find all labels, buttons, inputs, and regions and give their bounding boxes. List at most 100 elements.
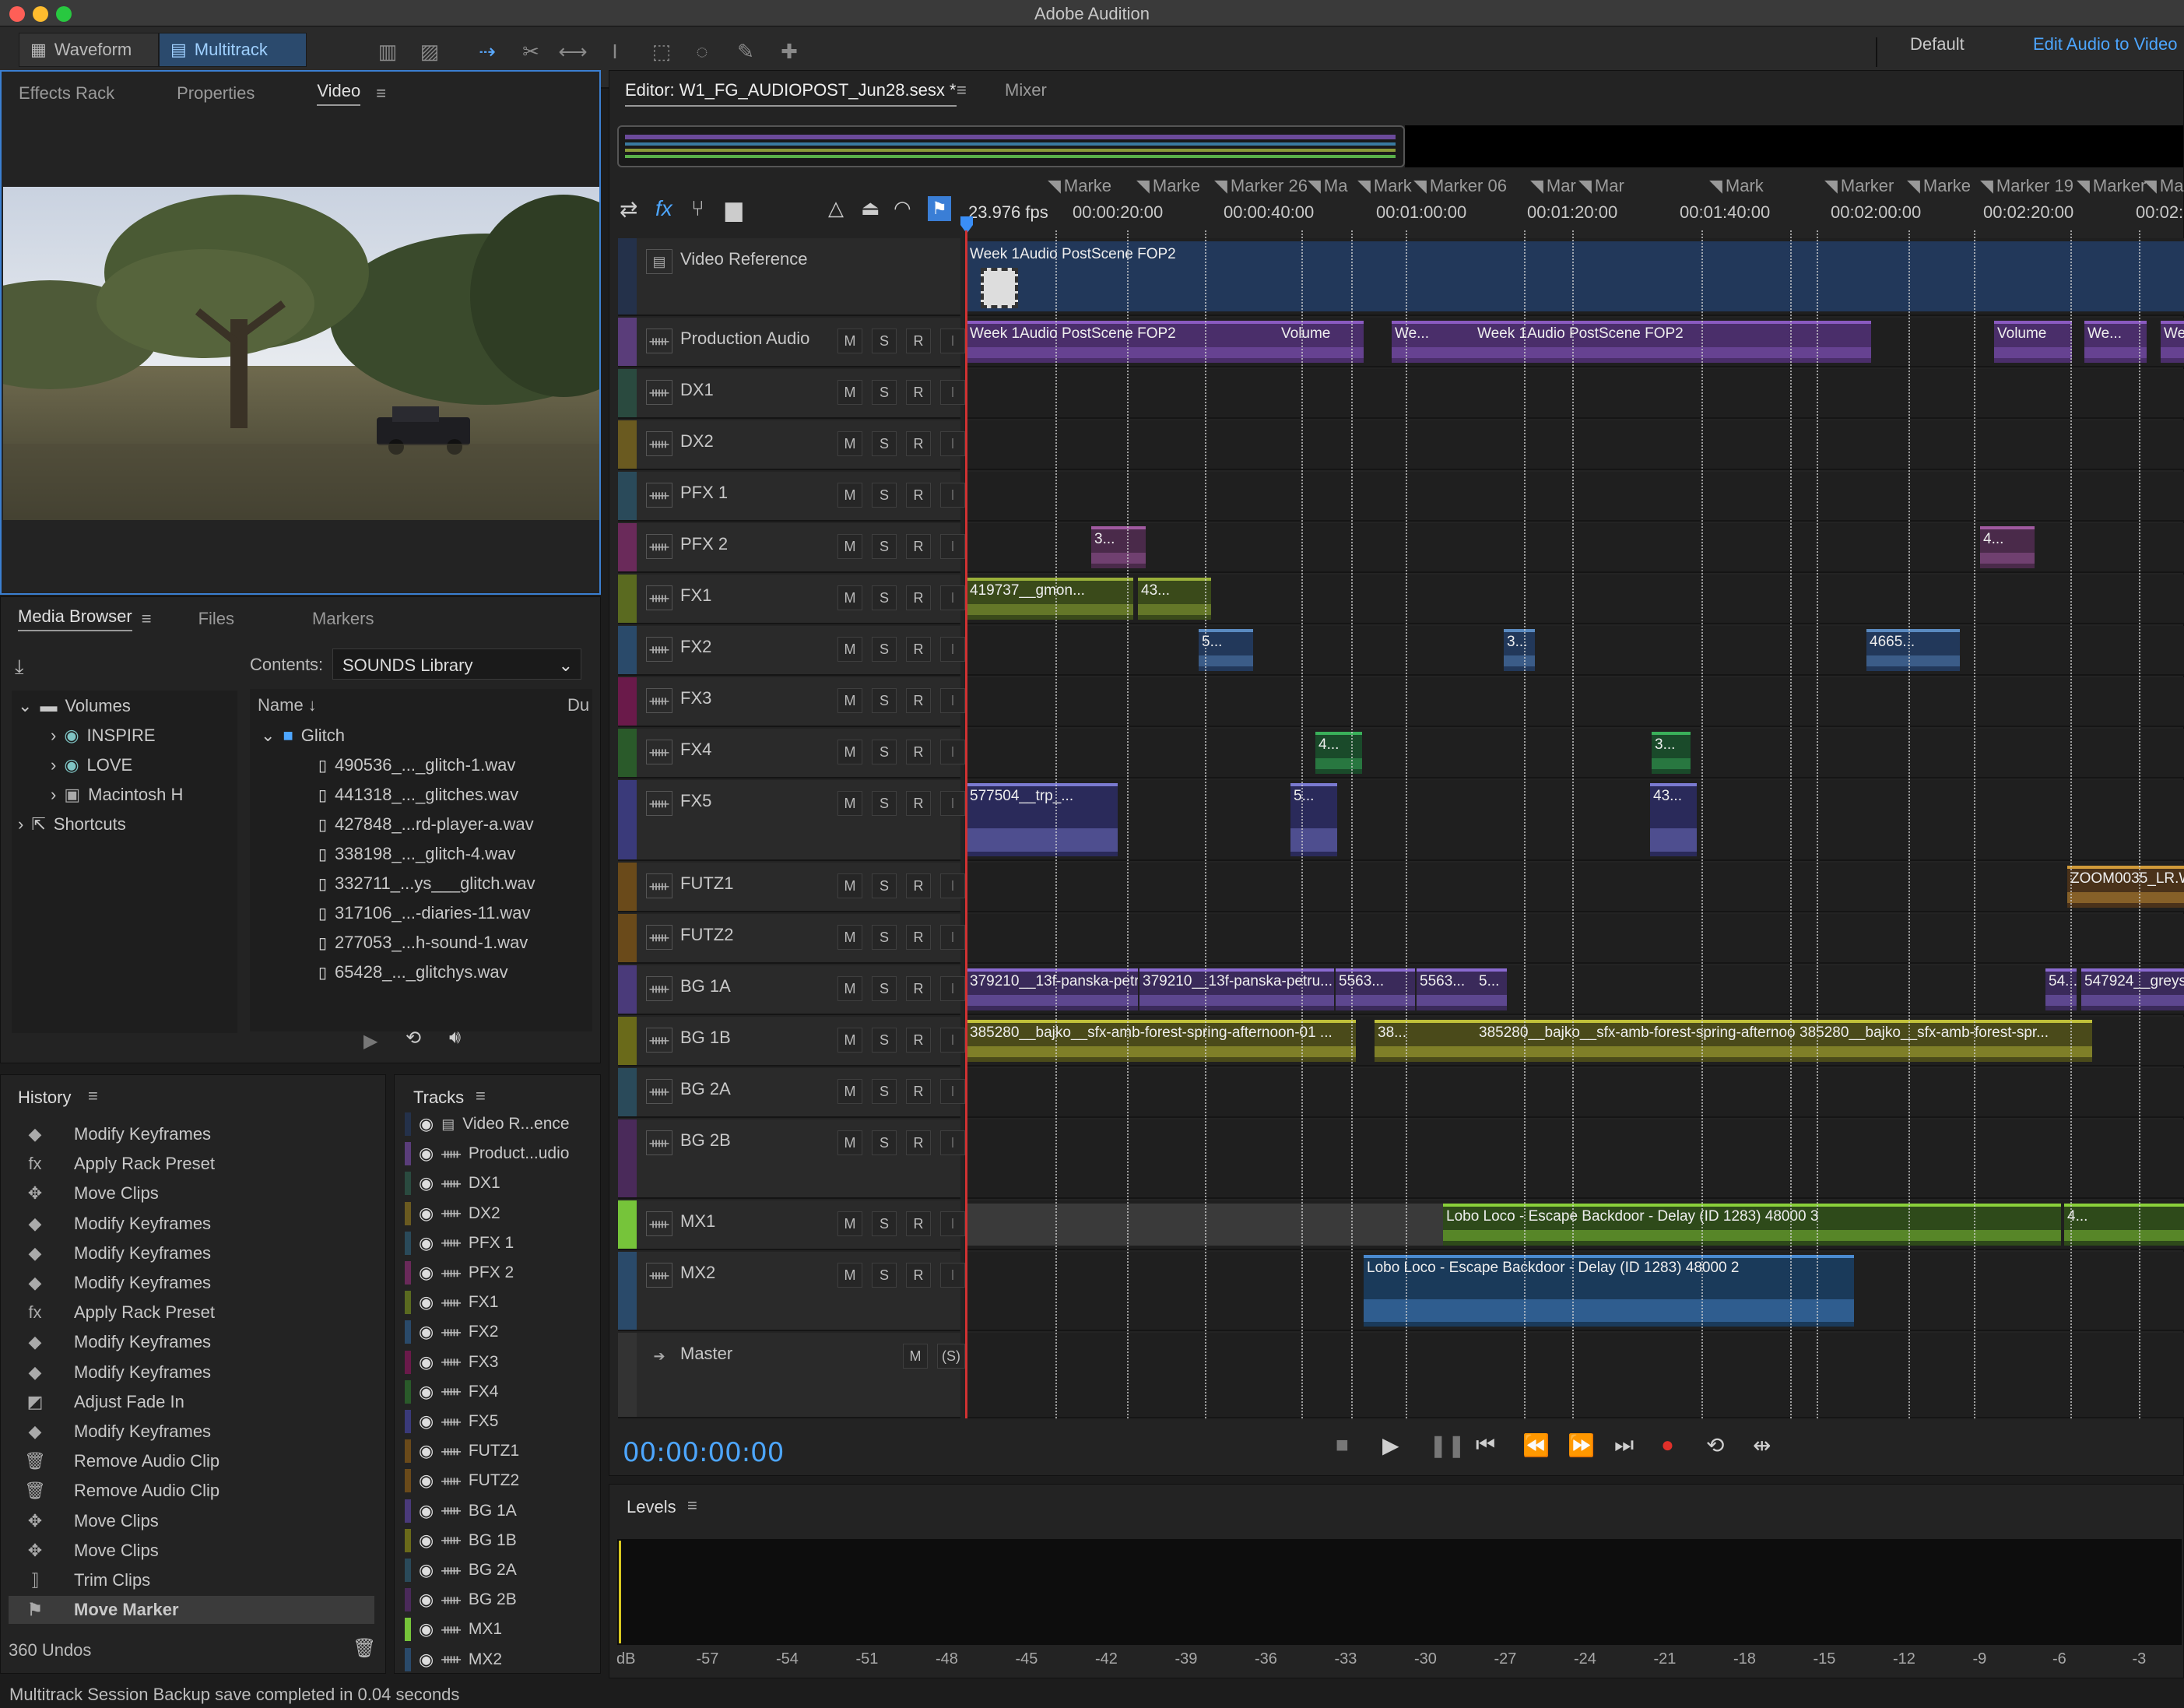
- zoom-navigator[interactable]: [617, 125, 1405, 167]
- sends-icon[interactable]: ⑂: [691, 196, 704, 221]
- track-record-arm-button[interactable]: R: [906, 329, 931, 353]
- history-item[interactable]: 🗑︎ Remove Audio Clip: [9, 1447, 374, 1475]
- eye-icon[interactable]: ◉: [419, 1471, 434, 1491]
- history-item[interactable]: ✥ Move Clips: [9, 1179, 374, 1207]
- audio-clip[interactable]: Volume: [1994, 321, 2072, 363]
- track-solo-button[interactable]: S: [872, 329, 897, 353]
- track-header[interactable]: ᚔ DX2 M S R I: [618, 420, 965, 470]
- track-header[interactable]: ᚔ MX1 M S R I: [618, 1200, 965, 1250]
- file-row[interactable]: ▯ 490536_..._glitch-1.wav: [318, 751, 515, 779]
- spot-healing-tool-icon[interactable]: ✚: [775, 37, 803, 65]
- track-header[interactable]: ▤ Video Reference: [618, 238, 960, 316]
- import-icon[interactable]: ⤓: [15, 655, 24, 680]
- audio-clip[interactable]: 379210__13f-panska-petru...: [1139, 968, 1334, 1010]
- track-input-monitor-button[interactable]: I: [940, 740, 965, 764]
- history-item[interactable]: ⚑ Move Marker: [9, 1596, 374, 1625]
- track-input-monitor-button[interactable]: I: [940, 1079, 965, 1104]
- workspace-edit-audio-to-video[interactable]: Edit Audio to Video: [2033, 34, 2178, 54]
- eye-icon[interactable]: ◉: [419, 1173, 434, 1193]
- track-solo-button[interactable]: S: [872, 1130, 897, 1155]
- track-mute-button[interactable]: M: [837, 976, 862, 1001]
- track-mute-button[interactable]: M: [837, 1079, 862, 1104]
- audio-clip[interactable]: 5...: [1199, 629, 1253, 671]
- track-mute-button[interactable]: M: [837, 329, 862, 353]
- track-mute-button[interactable]: M: [837, 380, 862, 405]
- chevron-right-icon[interactable]: ›: [18, 814, 23, 835]
- eye-icon[interactable]: ◉: [419, 1233, 434, 1253]
- column-duration[interactable]: Du: [567, 695, 589, 715]
- audio-clip[interactable]: 547924__greys: [2081, 968, 2184, 1010]
- file-row[interactable]: ▯ 317106_...-diaries-11.wav: [318, 899, 531, 927]
- track-name[interactable]: Production Audio: [680, 329, 809, 349]
- play-preview-icon[interactable]: ▶: [363, 1030, 377, 1053]
- metronome-icon[interactable]: △: [828, 196, 844, 220]
- tracks-panel-item[interactable]: ◉ ᚔ MX2: [405, 1646, 584, 1674]
- audio-clip[interactable]: ZOOM0035_LR.W: [2067, 866, 2184, 908]
- move-tool-icon[interactable]: ⇢: [473, 37, 501, 65]
- tracks-panel-item[interactable]: ◉ ᚔ FUTZ1: [405, 1437, 584, 1465]
- workspace-default[interactable]: Default: [1910, 34, 1965, 54]
- loop-preview-icon[interactable]: ⟲: [406, 1027, 421, 1049]
- track-solo-button[interactable]: S: [872, 380, 897, 405]
- eye-icon[interactable]: ◉: [419, 1560, 434, 1580]
- track-record-arm-button[interactable]: R: [906, 1028, 931, 1053]
- panel-menu-icon[interactable]: ≡: [687, 1495, 697, 1516]
- audio-clip[interactable]: Week 1Audio PostScene FOP2: [967, 241, 2184, 311]
- spectral-frequency-icon[interactable]: ▥: [374, 37, 402, 65]
- track-name[interactable]: DX1: [680, 380, 714, 400]
- track-name[interactable]: PFX 1: [680, 483, 728, 503]
- history-item[interactable]: ⟧ Trim Clips: [9, 1566, 374, 1594]
- chevron-down-icon[interactable]: ⌄: [261, 726, 275, 746]
- track-solo-button[interactable]: S: [872, 1028, 897, 1053]
- chevron-right-icon[interactable]: ›: [51, 755, 56, 775]
- audio-clip[interactable]: Lobo Loco - Escape Backdoor - Delay (ID …: [1443, 1204, 2061, 1246]
- track-solo-button[interactable]: S: [872, 1263, 897, 1288]
- track-solo-button[interactable]: S: [872, 740, 897, 764]
- track-header[interactable]: ᚔ FX1 M S R I: [618, 575, 965, 624]
- chevron-right-icon[interactable]: ›: [51, 785, 56, 805]
- track-header[interactable]: ᚔ PFX 1 MSRI: [618, 472, 965, 522]
- audio-clip[interactable]: 43...: [1138, 578, 1211, 620]
- track-mute-button[interactable]: M: [837, 791, 862, 816]
- track-input-monitor-button[interactable]: I: [940, 688, 965, 713]
- track-solo-button[interactable]: S: [872, 534, 897, 559]
- tracks-panel-item[interactable]: ◉ ᚔ DX2: [405, 1200, 584, 1228]
- track-input-monitor-button[interactable]: I: [940, 637, 965, 662]
- track-mute-button[interactable]: M: [837, 585, 862, 610]
- audio-clip[interactable]: 5...: [1290, 783, 1337, 856]
- time-display[interactable]: 00:00:00:00: [623, 1437, 784, 1468]
- track-input-monitor-button[interactable]: I: [940, 534, 965, 559]
- tab-mixer[interactable]: Mixer: [1005, 80, 1047, 100]
- track-record-arm-button[interactable]: R: [906, 688, 931, 713]
- go-to-start-icon[interactable]: ⏮: [1476, 1432, 1495, 1458]
- tracks-panel-item[interactable]: ◉ ᚔ PFX 1: [405, 1229, 584, 1257]
- track-solo-button[interactable]: S: [872, 873, 897, 898]
- marquee-tool-icon[interactable]: ⬚: [648, 37, 676, 65]
- audio-clip[interactable]: 4665...: [1866, 629, 1960, 671]
- tracks-panel-item[interactable]: ◉ ᚔ FUTZ2: [405, 1467, 584, 1495]
- track-input-monitor-button[interactable]: I: [940, 431, 965, 456]
- audio-clip[interactable]: 577504__trp_...: [967, 783, 1118, 856]
- track-header[interactable]: ᚔ PFX 2 MSRI: [618, 523, 965, 573]
- audio-clip[interactable]: 3...: [1652, 732, 1691, 774]
- timeline-marker[interactable]: ◥ Marker 26: [1214, 176, 1308, 196]
- eye-icon[interactable]: ◉: [419, 1263, 434, 1283]
- brush-tool-icon[interactable]: ✎: [732, 37, 760, 65]
- track-record-arm-button[interactable]: R: [906, 873, 931, 898]
- tracks-panel-item[interactable]: ◉ ᚔ BG 1A: [405, 1497, 584, 1525]
- track-record-arm-button[interactable]: R: [906, 380, 931, 405]
- track-name[interactable]: BG 2B: [680, 1130, 731, 1151]
- track-mute-button[interactable]: M: [837, 483, 862, 508]
- stop-icon[interactable]: ■: [1336, 1432, 1349, 1457]
- eye-icon[interactable]: ◉: [419, 1531, 434, 1551]
- track-input-monitor-button[interactable]: I: [940, 925, 965, 950]
- track-name[interactable]: MX1: [680, 1211, 715, 1232]
- column-name[interactable]: Name ↓: [258, 695, 317, 715]
- eye-icon[interactable]: ◉: [419, 1382, 434, 1402]
- eye-icon[interactable]: ◉: [419, 1650, 434, 1670]
- eye-icon[interactable]: ◉: [419, 1352, 434, 1372]
- track-solo-button[interactable]: S: [872, 1079, 897, 1104]
- track-header[interactable]: ᚔ FUTZ1 M S R I: [618, 863, 965, 912]
- track-header[interactable]: ᚔ DX1 M S R I: [618, 369, 965, 419]
- slip-tool-icon[interactable]: ⟷: [558, 37, 587, 65]
